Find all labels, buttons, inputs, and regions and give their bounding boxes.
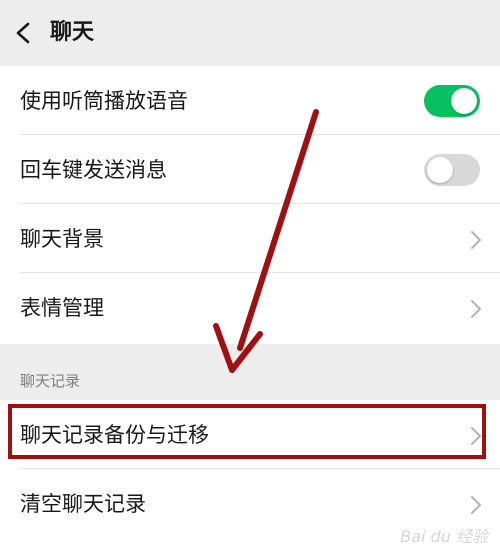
- enter-send-toggle[interactable]: [424, 154, 480, 186]
- setting-label: 聊天记录备份与迁移: [20, 423, 209, 447]
- page-title: 聊天: [50, 20, 95, 45]
- settings-group: 使用听筒播放语音 回车键发送消息 聊天背景 表情管理: [0, 66, 500, 344]
- setting-label: 清空聊天记录: [20, 492, 146, 516]
- chevron-right-icon: [471, 231, 481, 249]
- earpiece-toggle[interactable]: [424, 85, 480, 117]
- setting-label: 使用听筒播放语音: [20, 89, 188, 113]
- chevron-right-icon: [471, 427, 481, 445]
- top-bar: 聊天: [0, 0, 500, 66]
- chevron-right-icon: [471, 496, 481, 514]
- setting-chat-backup-migration[interactable]: 聊天记录备份与迁移: [0, 400, 500, 469]
- toggle-knob: [427, 157, 453, 183]
- setting-label: 聊天背景: [20, 227, 104, 251]
- setting-earpiece-playback[interactable]: 使用听筒播放语音: [0, 66, 500, 135]
- setting-enter-to-send[interactable]: 回车键发送消息: [0, 135, 500, 204]
- section-header-chat-history: 聊天记录: [20, 372, 81, 390]
- setting-sticker-management[interactable]: 表情管理: [0, 273, 500, 342]
- toggle-knob: [451, 88, 477, 114]
- watermark: Bai du 经验: [400, 527, 488, 546]
- setting-label: 表情管理: [20, 296, 104, 320]
- chevron-left-icon[interactable]: [12, 21, 34, 45]
- chevron-right-icon: [471, 300, 481, 318]
- setting-chat-background[interactable]: 聊天背景: [0, 204, 500, 273]
- setting-label: 回车键发送消息: [20, 158, 167, 182]
